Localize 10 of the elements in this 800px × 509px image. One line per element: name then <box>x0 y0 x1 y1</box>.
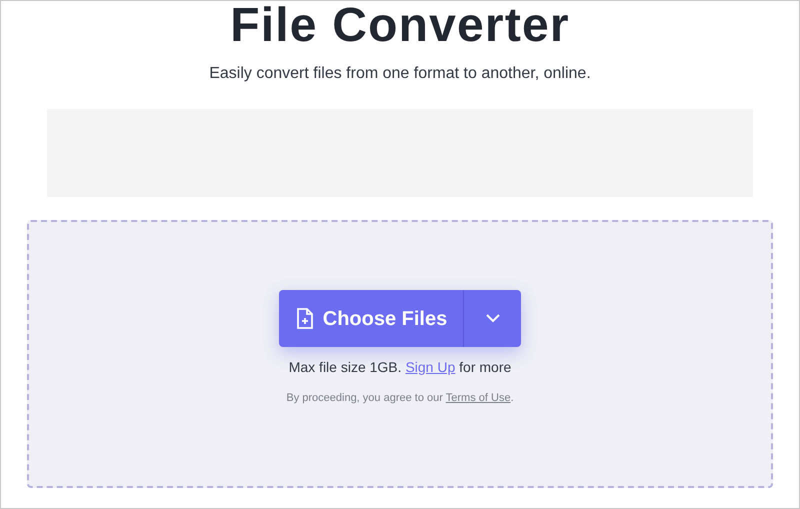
chevron-down-icon <box>486 314 500 323</box>
choose-files-button[interactable]: Choose Files <box>278 290 464 347</box>
file-plus-icon <box>294 308 315 330</box>
terms-note: By proceeding, you agree to our Terms of Use. <box>286 391 514 406</box>
file-size-note: Max file size 1GB. Sign Up for more <box>288 358 512 377</box>
page-subtitle: Easily convert files from one format to another, online. <box>209 64 591 84</box>
sign-up-link[interactable]: Sign Up <box>405 359 456 375</box>
dropdown-button[interactable] <box>464 290 522 347</box>
terms-link[interactable]: Terms of Use <box>446 392 511 404</box>
page-title: File Converter <box>230 1 570 51</box>
